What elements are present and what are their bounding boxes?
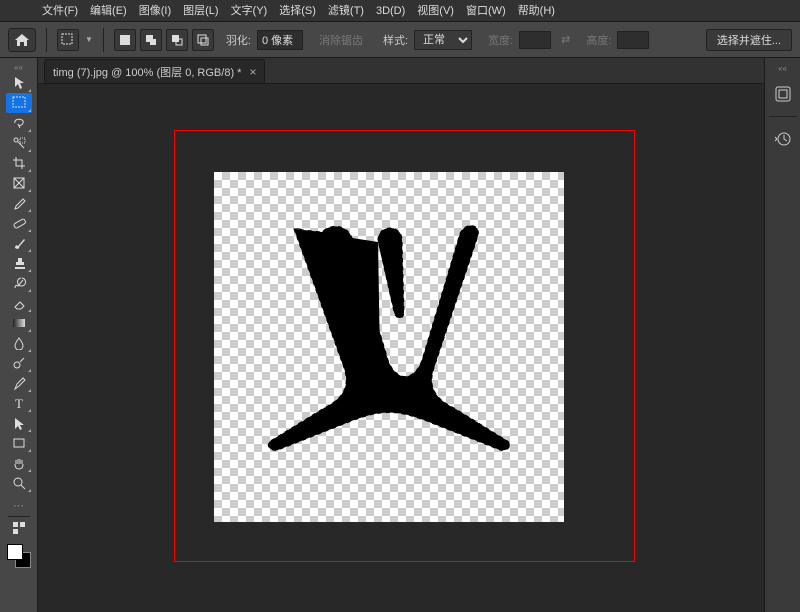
feather-label: 羽化: [226, 32, 251, 48]
tool-preset-icon[interactable] [57, 29, 79, 51]
edit-toolbar-icon[interactable] [12, 521, 26, 535]
quick-select-tool[interactable] [6, 133, 32, 153]
feather-input[interactable] [257, 30, 303, 50]
style-label: 样式: [383, 32, 408, 48]
swap-dimensions-icon: ⇄ [561, 33, 570, 46]
menu-3d[interactable]: 3D(D) [370, 0, 411, 22]
eraser-tool[interactable] [6, 293, 32, 313]
brush-tool[interactable] [6, 233, 32, 253]
type-tool[interactable]: T [6, 393, 32, 413]
height-input [617, 31, 649, 49]
options-bar: ▼ 羽化: 消除锯齿 样式: 正常 宽度: ⇄ 高度: 选择并遮住... [0, 22, 800, 58]
menu-bar: 文件(F) 编辑(E) 图像(I) 图层(L) 文字(Y) 选择(S) 滤镜(T… [0, 0, 800, 22]
home-button[interactable] [8, 28, 36, 52]
history-panel-icon[interactable] [770, 127, 796, 151]
gradient-tool[interactable] [6, 313, 32, 333]
antialias-label: 消除锯齿 [319, 32, 363, 48]
document-tab-bar: timg (7).jpg @ 100% (图层 0, RGB/8) * × [38, 58, 764, 84]
svg-text:T: T [15, 396, 23, 410]
menu-file[interactable]: 文件(F) [36, 0, 84, 22]
select-and-mask-button[interactable]: 选择并遮住... [706, 29, 792, 51]
width-input [519, 31, 551, 49]
zoom-tool[interactable] [6, 473, 32, 493]
canvas-viewport[interactable] [38, 84, 764, 612]
rectangle-tool[interactable] [6, 433, 32, 453]
menu-image[interactable]: 图像(I) [133, 0, 177, 22]
dodge-tool[interactable] [6, 353, 32, 373]
marquee-tool[interactable] [6, 93, 32, 113]
tools-panel: «« T ⋯ [0, 58, 38, 612]
layer-content [214, 172, 564, 522]
style-select[interactable]: 正常 [414, 30, 472, 50]
lasso-tool[interactable] [6, 113, 32, 133]
clone-stamp-tool[interactable] [6, 253, 32, 273]
path-select-tool[interactable] [6, 413, 32, 433]
separator [46, 28, 47, 52]
selection-intersect-icon[interactable] [192, 29, 214, 51]
close-icon[interactable]: × [249, 65, 256, 79]
crop-tool[interactable] [6, 153, 32, 173]
panel-collapse-icon[interactable]: «« [0, 62, 37, 72]
menu-edit[interactable]: 编辑(E) [84, 0, 133, 22]
panel-collapse-icon[interactable]: «« [765, 64, 800, 74]
hand-tool[interactable] [6, 453, 32, 473]
menu-help[interactable]: 帮助(H) [512, 0, 561, 22]
healing-brush-tool[interactable] [6, 213, 32, 233]
color-swatches[interactable] [5, 542, 33, 570]
menu-filter[interactable]: 滤镜(T) [322, 0, 370, 22]
selection-subtract-icon[interactable] [166, 29, 188, 51]
more-tools-icon[interactable]: ⋯ [13, 499, 24, 512]
menu-select[interactable]: 选择(S) [273, 0, 322, 22]
selection-mode-group [114, 29, 214, 51]
width-label: 宽度: [488, 32, 513, 48]
menu-view[interactable]: 视图(V) [411, 0, 460, 22]
selection-new-icon[interactable] [114, 29, 136, 51]
eyedropper-tool[interactable] [6, 193, 32, 213]
height-label: 高度: [586, 32, 611, 48]
document-tab-title: timg (7).jpg @ 100% (图层 0, RGB/8) * [53, 64, 241, 80]
move-tool[interactable] [6, 73, 32, 93]
menu-type[interactable]: 文字(Y) [225, 0, 274, 22]
pen-tool[interactable] [6, 373, 32, 393]
artboard[interactable] [214, 172, 564, 522]
menu-window[interactable]: 窗口(W) [460, 0, 512, 22]
foreground-color-swatch[interactable] [7, 544, 23, 560]
artwork-shape [268, 225, 510, 450]
document-tab[interactable]: timg (7).jpg @ 100% (图层 0, RGB/8) * × [44, 59, 265, 83]
frame-tool[interactable] [6, 173, 32, 193]
document-area: timg (7).jpg @ 100% (图层 0, RGB/8) * × [38, 58, 764, 612]
menu-layer[interactable]: 图层(L) [177, 0, 224, 22]
history-brush-tool[interactable] [6, 273, 32, 293]
right-panel-dock: «« [764, 58, 800, 612]
blur-tool[interactable] [6, 333, 32, 353]
selection-add-icon[interactable] [140, 29, 162, 51]
learn-panel-icon[interactable] [770, 82, 796, 106]
separator [103, 28, 104, 52]
chevron-down-icon[interactable]: ▼ [85, 35, 93, 44]
